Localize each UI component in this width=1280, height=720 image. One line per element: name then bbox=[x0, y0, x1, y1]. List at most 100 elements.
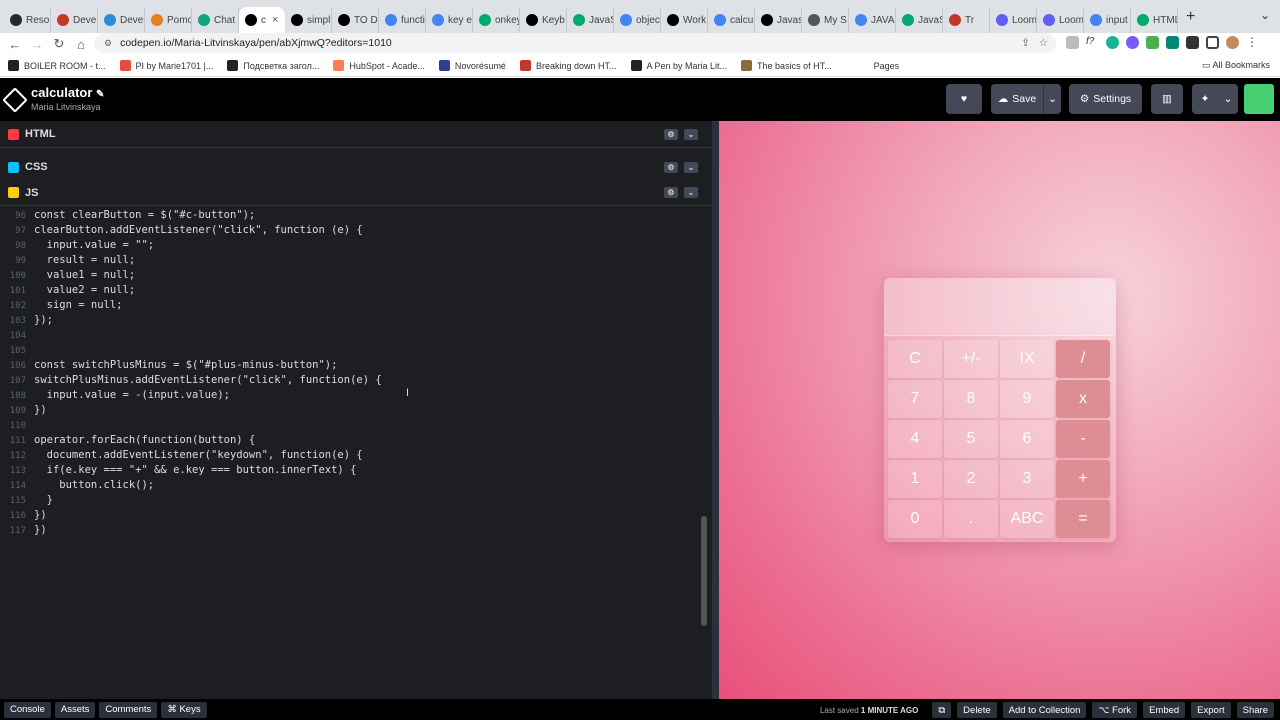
browser-tab[interactable]: JAVA bbox=[849, 7, 896, 33]
save-button[interactable]: ☁ Save bbox=[991, 84, 1043, 114]
css-pane-header[interactable]: CSS ⚙ ⌄ bbox=[0, 154, 712, 181]
pen-title[interactable]: calculator ✎ bbox=[31, 85, 104, 100]
browser-tab[interactable]: JavaS bbox=[567, 7, 614, 33]
calc-button[interactable]: IX bbox=[1000, 340, 1054, 378]
reload-icon[interactable]: ↻ bbox=[48, 36, 70, 52]
side-panel-icon[interactable] bbox=[1206, 36, 1219, 49]
extension-icon[interactable] bbox=[1166, 36, 1179, 49]
chevron-down-icon[interactable]: ⌄ bbox=[684, 128, 698, 140]
share-page-icon[interactable]: ⇪ bbox=[1021, 37, 1030, 49]
calc-button[interactable]: 0 bbox=[888, 500, 942, 538]
calc-button[interactable]: 7 bbox=[888, 380, 942, 418]
calc-button[interactable]: / bbox=[1056, 340, 1110, 378]
formula-extension-icon[interactable]: f? bbox=[1086, 36, 1099, 49]
browser-tab[interactable]: HTML bbox=[1131, 7, 1178, 33]
extension-icon[interactable] bbox=[1146, 36, 1159, 49]
bookmark-item[interactable]: Pages bbox=[857, 60, 899, 71]
browser-tab[interactable]: Work bbox=[661, 7, 708, 33]
codepen-logo-icon[interactable] bbox=[2, 86, 28, 113]
puzzle-extensions-icon[interactable] bbox=[1186, 36, 1199, 49]
browser-tab[interactable]: Chat bbox=[192, 7, 239, 33]
pen-author[interactable]: Maria Litvinskaya bbox=[31, 102, 101, 112]
user-avatar[interactable] bbox=[1244, 84, 1274, 114]
browser-tab[interactable]: JavaS bbox=[896, 7, 943, 33]
window-menu-chevron-icon[interactable]: ⌄ bbox=[1260, 8, 1270, 22]
browser-tab[interactable]: key e bbox=[426, 7, 473, 33]
profile-avatar[interactable] bbox=[1226, 36, 1239, 49]
browser-tab[interactable]: functi bbox=[379, 7, 426, 33]
browser-tab[interactable]: objec bbox=[614, 7, 661, 33]
browser-tab[interactable]: Reso bbox=[4, 7, 51, 33]
browser-tab[interactable]: Loom bbox=[1037, 7, 1084, 33]
comments-button[interactable]: Comments bbox=[99, 701, 158, 718]
close-tab-icon[interactable]: × bbox=[272, 14, 278, 26]
pin-dropdown[interactable]: ⌄ bbox=[1218, 84, 1238, 114]
calc-button[interactable]: +/- bbox=[944, 340, 998, 378]
chevron-down-icon[interactable]: ⌄ bbox=[684, 161, 698, 173]
browser-tab[interactable]: Deve bbox=[51, 7, 98, 33]
new-tab-button[interactable]: + bbox=[1186, 8, 1195, 26]
all-bookmarks-button[interactable]: ▭ All Bookmarks bbox=[1202, 60, 1270, 71]
browser-tab[interactable]: Deve bbox=[98, 7, 145, 33]
calc-button[interactable]: - bbox=[1056, 420, 1110, 458]
browser-tab[interactable]: Tr bbox=[943, 7, 990, 33]
forward-arrow-icon[interactable]: → bbox=[26, 37, 48, 52]
browser-tab[interactable]: Javas bbox=[755, 7, 802, 33]
settings-button[interactable]: ⚙ Settings bbox=[1069, 84, 1142, 114]
calc-button[interactable]: . bbox=[944, 500, 998, 538]
bookmark-item[interactable]: The basics of HT... bbox=[741, 60, 832, 71]
extension-icon[interactable] bbox=[1066, 36, 1079, 49]
change-view-button[interactable]: ▥ bbox=[1151, 84, 1183, 114]
calc-button[interactable]: C bbox=[888, 340, 942, 378]
html-pane-header[interactable]: HTML ⚙ ⌄ bbox=[0, 121, 712, 148]
gear-icon[interactable]: ⚙ bbox=[664, 161, 678, 173]
save-options-dropdown[interactable]: ⌄ bbox=[1043, 84, 1061, 114]
calc-button[interactable]: x bbox=[1056, 380, 1110, 418]
back-arrow-icon[interactable]: ← bbox=[4, 37, 26, 52]
bookmark-star-icon[interactable]: ☆ bbox=[1039, 37, 1048, 49]
editor-scrollbar[interactable] bbox=[701, 516, 707, 626]
browser-tab[interactable]: input bbox=[1084, 7, 1131, 33]
chevron-down-icon[interactable]: ⌄ bbox=[684, 187, 698, 198]
bookmark-item[interactable]: Novorésumé bbox=[438, 60, 506, 71]
export-button[interactable]: Export bbox=[1191, 702, 1231, 718]
browser-tab[interactable]: My S bbox=[802, 7, 849, 33]
bookmark-item[interactable]: HubSpot - Acade... bbox=[333, 60, 425, 71]
add-to-collection-button[interactable]: Add to Collection bbox=[1002, 702, 1087, 718]
bookmark-item[interactable]: PI by Marie1701 |... bbox=[119, 60, 213, 71]
gear-icon[interactable]: ⚙ bbox=[664, 128, 678, 140]
calculator-display[interactable] bbox=[884, 278, 1116, 336]
calc-button[interactable]: 5 bbox=[944, 420, 998, 458]
calc-button[interactable]: 2 bbox=[944, 460, 998, 498]
browser-tab[interactable]: calcu bbox=[708, 7, 755, 33]
calc-button[interactable]: 1 bbox=[888, 460, 942, 498]
console-button[interactable]: Console bbox=[4, 701, 51, 718]
bookmark-item[interactable]: BOILER ROOM - t... bbox=[8, 60, 106, 71]
calc-button[interactable]: + bbox=[1056, 460, 1110, 498]
browser-tab[interactable]: Pomo bbox=[145, 7, 192, 33]
calc-button[interactable]: ABC bbox=[1000, 500, 1054, 538]
calc-button[interactable]: = bbox=[1056, 500, 1110, 538]
home-icon[interactable]: ⌂ bbox=[70, 37, 92, 52]
bookmark-item[interactable]: A Pen by Maria Lit... bbox=[630, 60, 727, 71]
calc-button[interactable]: 9 bbox=[1000, 380, 1054, 418]
share-button[interactable]: Share bbox=[1236, 702, 1274, 718]
pin-button[interactable]: ✦ bbox=[1192, 84, 1218, 114]
bookmark-item[interactable]: Подсветка загол... bbox=[227, 60, 319, 71]
pane-resize-handle[interactable] bbox=[712, 121, 719, 699]
browser-tab[interactable]: Keyb bbox=[520, 7, 567, 33]
js-pane-header[interactable]: JS ⚙ ⌄ bbox=[0, 180, 712, 206]
site-info-icon[interactable]: ⚙ bbox=[104, 38, 112, 49]
calc-button[interactable]: 6 bbox=[1000, 420, 1054, 458]
calc-button[interactable]: 4 bbox=[888, 420, 942, 458]
js-code-editor[interactable]: 96 const clearButton = $("#c-button"); 97 c… bbox=[0, 208, 700, 698]
calc-button[interactable]: 3 bbox=[1000, 460, 1054, 498]
chrome-menu-icon[interactable]: ⋮ bbox=[1246, 36, 1258, 49]
browser-tab[interactable]: onkey bbox=[473, 7, 520, 33]
keys-button[interactable]: ⌘ Keys bbox=[161, 701, 207, 718]
gear-icon[interactable]: ⚙ bbox=[664, 187, 678, 198]
calc-button[interactable]: 8 bbox=[944, 380, 998, 418]
embed-button[interactable]: Embed bbox=[1143, 702, 1186, 718]
browser-tab[interactable]: TO D bbox=[332, 7, 379, 33]
url-omnibox[interactable]: ⚙ codepen.io/Maria-Litvinskaya/pen/abXjm… bbox=[94, 33, 1056, 53]
